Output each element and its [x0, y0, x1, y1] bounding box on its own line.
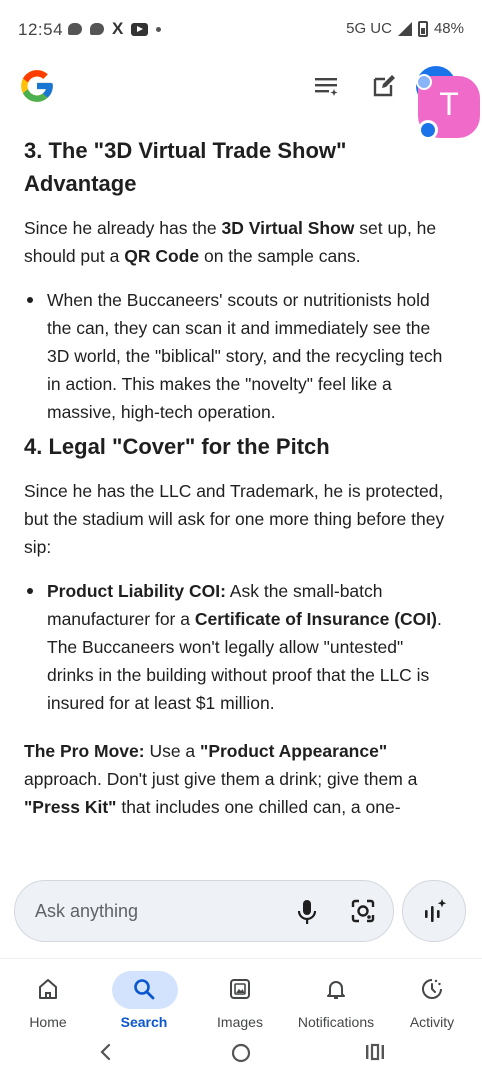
network-label: 5G UC [346, 20, 392, 37]
nav-label: Home [29, 1014, 67, 1030]
nav-activity[interactable]: Activity [384, 967, 480, 1031]
ask-input[interactable]: Ask anything [14, 880, 394, 942]
recents-icon[interactable] [364, 1042, 386, 1062]
section-heading: 3. The "3D Virtual Trade Show" Advantage [24, 138, 347, 196]
nav-label: Activity [409, 1014, 455, 1030]
paragraph: Since he has the LLC and Trademark, he i… [24, 481, 445, 557]
system-nav-bar [0, 1030, 482, 1080]
bubble-badge [416, 74, 432, 90]
app-header: T [0, 60, 482, 140]
bell-icon [327, 981, 345, 999]
message-icon [68, 23, 82, 35]
history-list-icon[interactable] [312, 72, 340, 100]
status-bar: 12:54 X 5G UC 48% [0, 0, 482, 60]
activity-icon [422, 979, 442, 999]
paragraph: The Pro Move: Use a "Product Appearance"… [24, 741, 418, 817]
response-content: 3. The "3D Virtual Trade Show" Advantage… [24, 130, 454, 862]
youtube-icon [131, 22, 149, 36]
nav-search[interactable]: Search [96, 967, 192, 1031]
bullet-list: Product Liability COI: Ask the small-bat… [24, 577, 454, 717]
chat-icon [90, 23, 104, 35]
list-item: Product Liability COI: Ask the small-bat… [24, 577, 454, 717]
paragraph: Since he already has the 3D Virtual Show… [24, 218, 437, 266]
bottom-nav: Home Search Images Notifications Activit… [0, 958, 482, 1030]
ask-placeholder: Ask anything [35, 901, 139, 921]
battery-icon [417, 20, 428, 37]
bubble-letter: T [439, 86, 459, 122]
list-item: When the Buccaneers' scouts or nutrition… [24, 286, 454, 426]
search-icon [134, 979, 155, 1000]
images-icon [230, 979, 250, 999]
google-logo-icon[interactable] [18, 67, 56, 105]
lens-icon[interactable] [350, 898, 376, 924]
battery-label: 48% [433, 20, 464, 37]
section-heading: 4. Legal "Cover" for the Pitch [24, 434, 330, 459]
new-chat-icon[interactable] [370, 72, 398, 100]
nav-images[interactable]: Images [192, 967, 288, 1031]
nav-home[interactable]: Home [0, 967, 96, 1031]
status-right: 5G UC 48% [346, 20, 464, 37]
nav-label: Images [217, 1014, 263, 1030]
status-time: 12:54 [18, 20, 64, 39]
nav-notifications[interactable]: Notifications [288, 967, 384, 1031]
nav-label: Search [120, 1014, 168, 1030]
notification-icons: X [68, 19, 162, 38]
mic-icon[interactable] [295, 898, 319, 926]
x-app-icon: X [112, 19, 124, 38]
bullet-list: When the Buccaneers' scouts or nutrition… [24, 286, 454, 426]
back-icon[interactable] [96, 1042, 116, 1062]
ai-mode-button[interactable] [402, 880, 466, 942]
home-button-icon[interactable] [230, 1042, 252, 1064]
more-notifications-icon [156, 26, 162, 32]
home-icon [39, 979, 57, 999]
signal-icon [397, 21, 412, 36]
nav-label: Notifications [297, 1014, 375, 1030]
sparkle-icon [425, 899, 447, 922]
